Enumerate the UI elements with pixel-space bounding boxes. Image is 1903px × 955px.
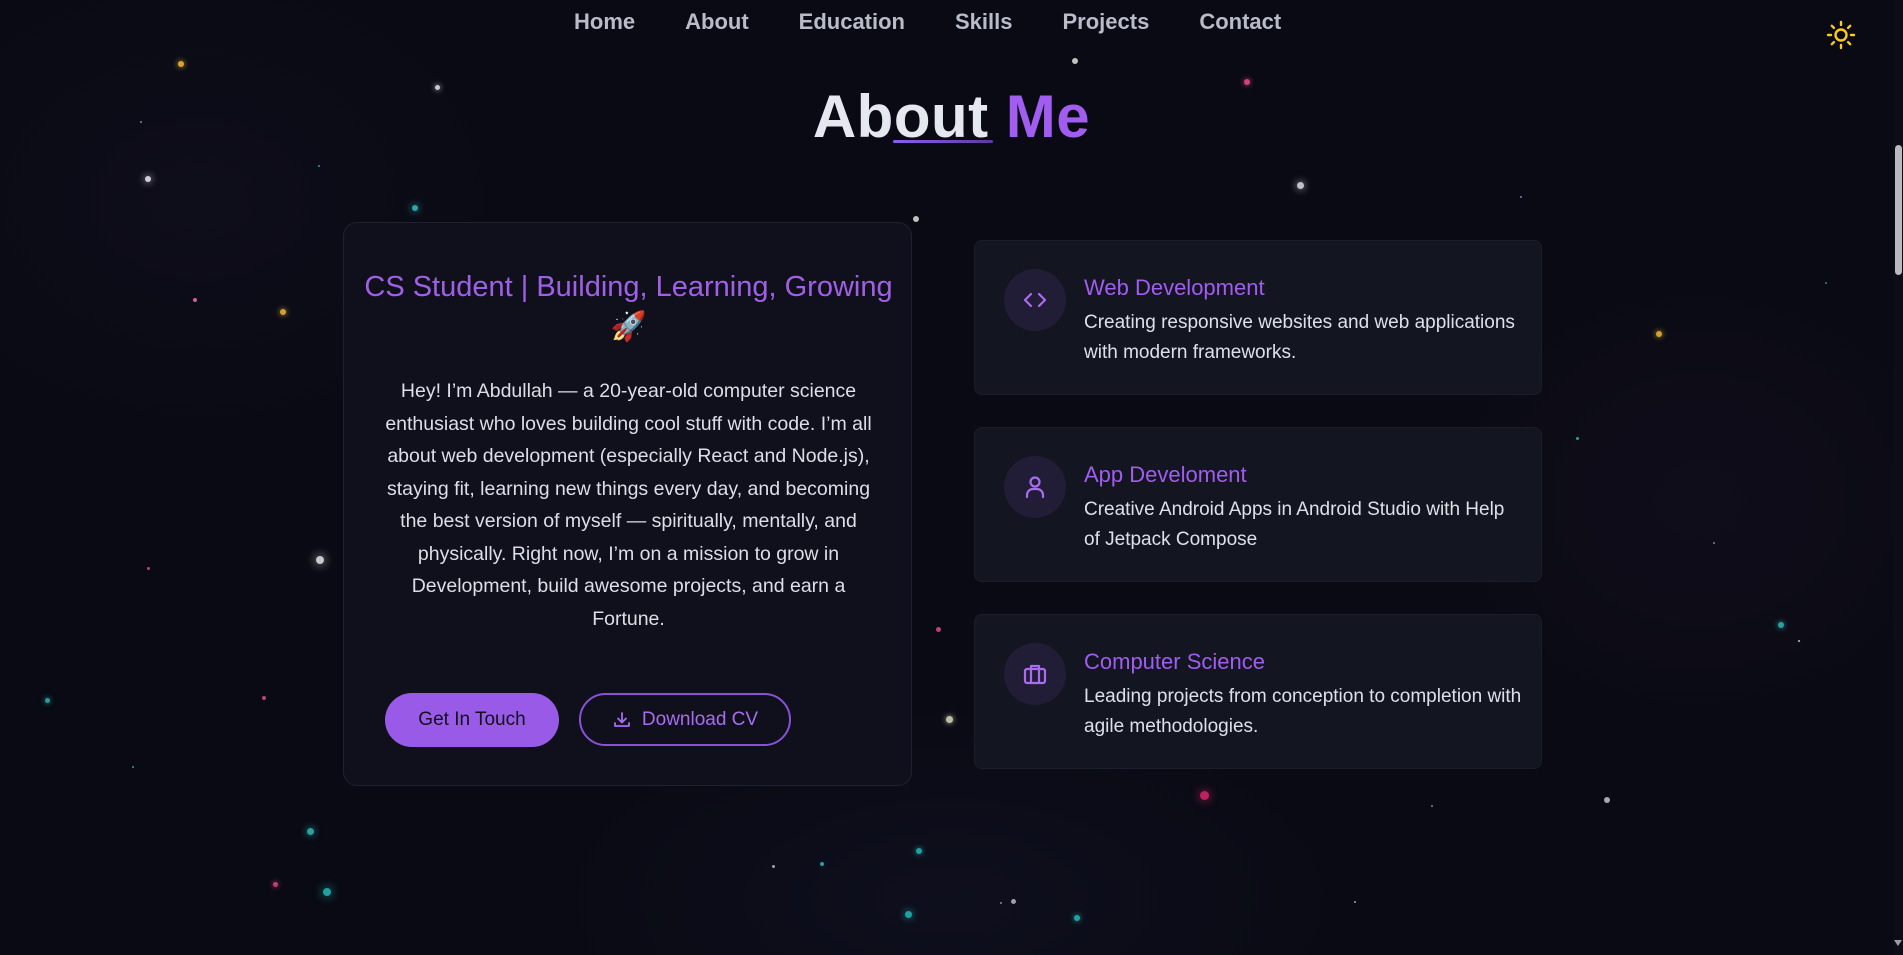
service-card-computer-science: Computer Science Leading projects from c…: [974, 614, 1542, 769]
theme-toggle-button[interactable]: [1826, 20, 1856, 50]
service-icon-wrap: [1004, 269, 1066, 331]
nav-link-contact[interactable]: Contact: [1199, 9, 1281, 35]
service-description: Creating responsive websites and web app…: [1084, 312, 1515, 363]
nav-link-about[interactable]: About: [685, 9, 749, 35]
service-icon-wrap: [1004, 456, 1066, 518]
download-cv-label: Download CV: [641, 708, 759, 730]
nav-link-projects[interactable]: Projects: [1062, 9, 1149, 35]
sun-icon: [1826, 20, 1856, 50]
nav-link-home[interactable]: Home: [574, 9, 635, 35]
intro-heading: CS Student | Building, Learning, Growing…: [364, 271, 893, 343]
nav-link-education[interactable]: Education: [799, 9, 905, 35]
nav-links: Home About Education Skills Projects Con…: [574, 9, 1281, 35]
briefcase-icon: [1023, 664, 1047, 685]
service-description: Leading projects from conception to comp…: [1084, 686, 1522, 737]
get-in-touch-button[interactable]: Get In Touch: [385, 693, 559, 747]
service-card-web-development: Web Development Creating responsive webs…: [974, 240, 1542, 395]
intro-card: CS Student | Building, Learning, Growing…: [343, 222, 912, 786]
service-card-app-development: App Develoment Creative Android Apps in …: [974, 427, 1542, 582]
user-icon: [1025, 476, 1045, 499]
scroll-down-arrow-icon[interactable]: [1894, 940, 1902, 946]
intro-text: Hey! I’m Abdullah — a 20-year-old comput…: [385, 380, 872, 630]
service-title: Web Development: [1084, 275, 1265, 300]
service-description: Creative Android Apps in Android Studio …: [1084, 499, 1505, 550]
title-underline: [893, 140, 993, 143]
scrollbar-thumb[interactable]: [1895, 145, 1902, 275]
service-title: Computer Science: [1084, 649, 1265, 674]
section-title-part2: Me: [1005, 83, 1091, 150]
service-title: App Develoment: [1084, 462, 1247, 487]
get-in-touch-label: Get In Touch: [418, 709, 526, 730]
download-icon: [614, 711, 630, 727]
top-navigation: Home About Education Skills Projects Con…: [0, 0, 1903, 50]
page-scrollbar[interactable]: [1893, 0, 1903, 955]
code-icon: [1023, 292, 1047, 308]
service-icon-wrap: [1004, 643, 1066, 705]
about-page: Home About Education Skills Projects Con…: [0, 0, 1903, 955]
nav-link-skills[interactable]: Skills: [955, 9, 1012, 35]
download-cv-button[interactable]: Download CV: [579, 693, 791, 746]
